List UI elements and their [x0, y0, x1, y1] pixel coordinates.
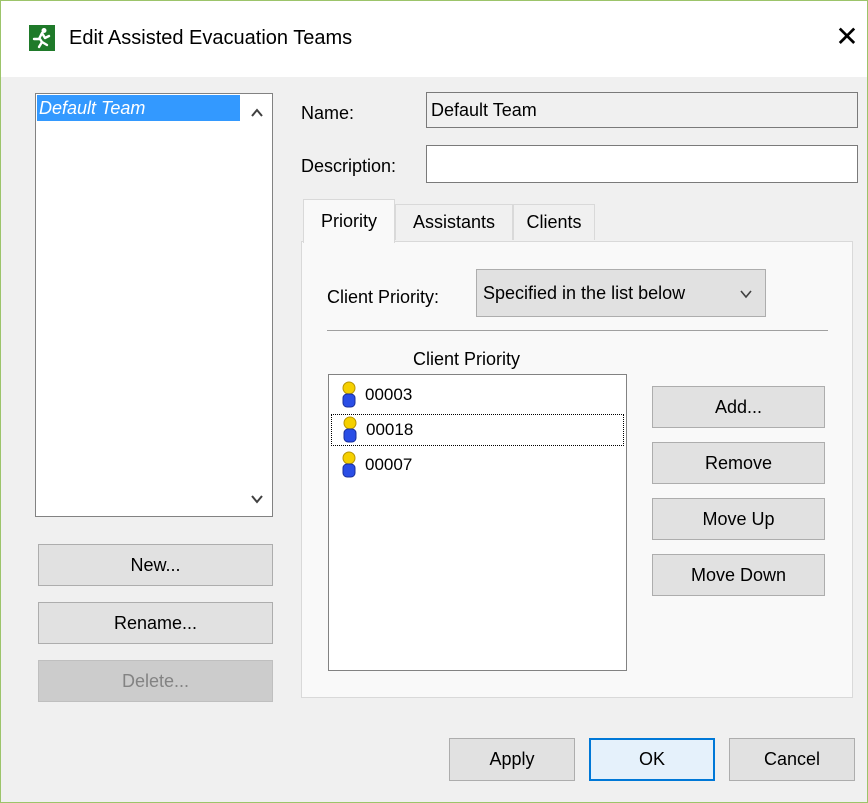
- tab-priority[interactable]: Priority: [303, 199, 395, 243]
- cancel-button[interactable]: Cancel: [729, 738, 855, 781]
- client-priority-label: Client Priority:: [327, 287, 440, 307]
- running-person-icon: [29, 25, 55, 51]
- new-team-button[interactable]: New...: [38, 544, 273, 586]
- list-item[interactable]: 00018: [331, 414, 624, 446]
- name-label: Name:: [301, 103, 355, 123]
- client-priority-list[interactable]: 00003 00018 00007: [328, 374, 627, 671]
- dialog-window: Edit Assisted Evacuation Teams ✕ Default…: [0, 0, 868, 803]
- team-list-item[interactable]: Default Team: [37, 95, 240, 121]
- team-list[interactable]: Default Team: [35, 93, 273, 517]
- client-id: 00018: [366, 420, 414, 439]
- client-priority-dropdown[interactable]: Specified in the list below: [476, 269, 766, 317]
- ok-button[interactable]: OK: [589, 738, 715, 781]
- chevron-up-icon[interactable]: [250, 106, 264, 120]
- client-priority-value: Specified in the list below: [483, 282, 686, 303]
- divider: [327, 330, 828, 331]
- person-icon: [343, 416, 357, 443]
- delete-team-button: Delete...: [38, 660, 273, 702]
- tab-assistants[interactable]: Assistants: [395, 204, 513, 240]
- client-id: 00003: [365, 385, 413, 404]
- client-list-header: Client Priority: [413, 349, 521, 369]
- remove-client-button[interactable]: Remove: [652, 442, 825, 484]
- close-icon[interactable]: ✕: [831, 19, 863, 55]
- rename-team-button[interactable]: Rename...: [38, 602, 273, 644]
- tab-clients[interactable]: Clients: [513, 204, 595, 240]
- move-down-button[interactable]: Move Down: [652, 554, 825, 596]
- description-field[interactable]: [426, 145, 858, 183]
- client-id: 00007: [365, 455, 413, 474]
- description-label: Description:: [301, 156, 397, 176]
- add-client-button[interactable]: Add...: [652, 386, 825, 428]
- person-icon: [342, 381, 356, 408]
- list-item[interactable]: 00003: [331, 379, 624, 411]
- list-item[interactable]: 00007: [331, 449, 624, 481]
- chevron-down-icon[interactable]: [250, 492, 264, 506]
- window-title: Edit Assisted Evacuation Teams: [69, 27, 353, 49]
- move-up-button[interactable]: Move Up: [652, 498, 825, 540]
- person-icon: [342, 451, 356, 478]
- chevron-down-icon: [740, 290, 752, 299]
- apply-button[interactable]: Apply: [449, 738, 575, 781]
- name-field[interactable]: Default Team: [426, 92, 858, 128]
- team-list-scrollbar[interactable]: [240, 94, 272, 516]
- title-bar[interactable]: Edit Assisted Evacuation Teams ✕: [1, 1, 867, 77]
